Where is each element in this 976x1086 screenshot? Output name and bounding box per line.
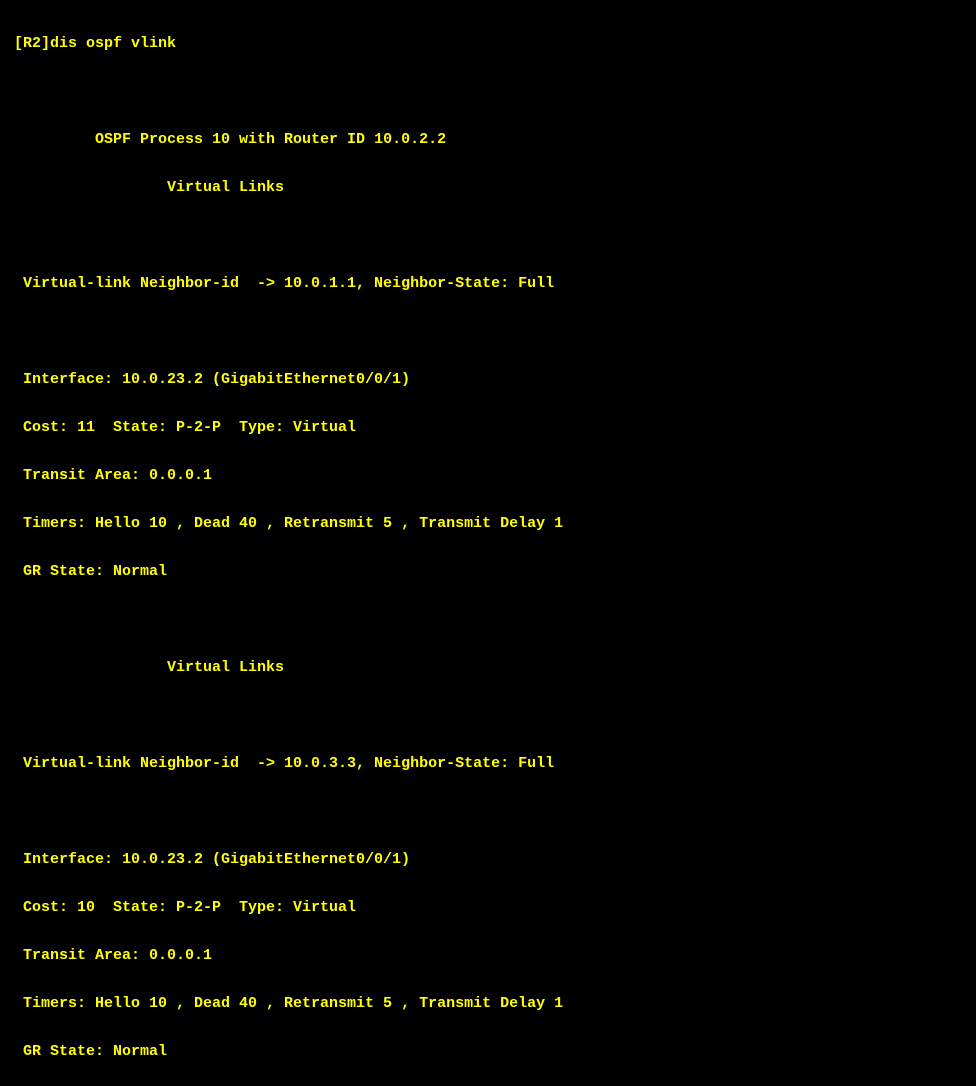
vlink2-transit: Transit Area: 0.0.0.1 xyxy=(14,944,962,968)
vlink2-gr: GR State: Normal xyxy=(14,1040,962,1064)
blank-line xyxy=(14,608,962,632)
cmd-line: [R2]dis ospf vlink xyxy=(14,32,962,56)
virtual-links-header: Virtual Links xyxy=(14,176,962,200)
terminal-output[interactable]: [R2]dis ospf vlink OSPF Process 10 with … xyxy=(14,8,962,1086)
vlink1-neighbor: Virtual-link Neighbor-id -> 10.0.1.1, Ne… xyxy=(14,272,962,296)
ospf-process-header: OSPF Process 10 with Router ID 10.0.2.2 xyxy=(14,128,962,152)
vlink2-cost: Cost: 10 State: P-2-P Type: Virtual xyxy=(14,896,962,920)
vlink2-timers: Timers: Hello 10 , Dead 40 , Retransmit … xyxy=(14,992,962,1016)
vlink1-cost: Cost: 11 State: P-2-P Type: Virtual xyxy=(14,416,962,440)
blank-line xyxy=(14,224,962,248)
vlink2-neighbor: Virtual-link Neighbor-id -> 10.0.3.3, Ne… xyxy=(14,752,962,776)
blank-line xyxy=(14,80,962,104)
vlink1-interface: Interface: 10.0.23.2 (GigabitEthernet0/0… xyxy=(14,368,962,392)
vlink1-timers: Timers: Hello 10 , Dead 40 , Retransmit … xyxy=(14,512,962,536)
virtual-links-header-2: Virtual Links xyxy=(14,656,962,680)
blank-line xyxy=(14,704,962,728)
vlink1-gr: GR State: Normal xyxy=(14,560,962,584)
blank-line xyxy=(14,320,962,344)
blank-line xyxy=(14,800,962,824)
vlink2-interface: Interface: 10.0.23.2 (GigabitEthernet0/0… xyxy=(14,848,962,872)
vlink1-transit: Transit Area: 0.0.0.1 xyxy=(14,464,962,488)
